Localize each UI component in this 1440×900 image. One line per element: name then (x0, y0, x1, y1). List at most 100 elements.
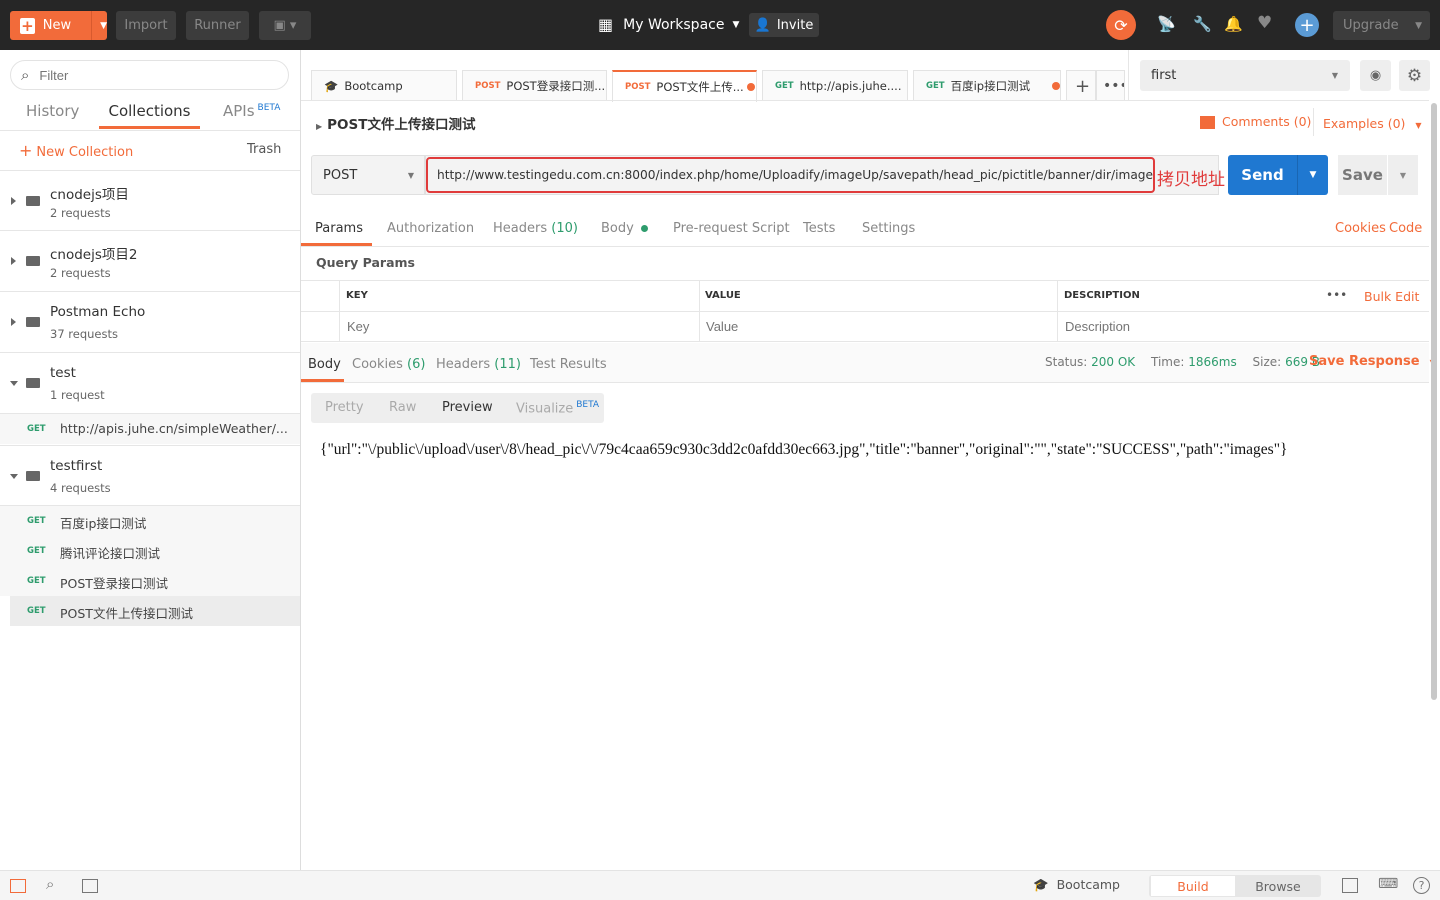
request-tab[interactable]: POST POST登录接口测... (462, 70, 607, 101)
runner-button[interactable]: Runner (186, 11, 249, 40)
caret-down-icon[interactable] (10, 474, 18, 479)
help-icon[interactable]: ? (1413, 877, 1430, 894)
caret-right-icon[interactable] (11, 197, 16, 205)
request-item[interactable]: GET POST登录接口测试 (0, 566, 300, 596)
plus-icon: + (19, 141, 33, 160)
method-select[interactable]: POST ▼ (311, 155, 425, 195)
browse-toggle[interactable]: Browse (1237, 876, 1319, 896)
collection-item[interactable]: cnodejs项目2 2 requests (0, 231, 300, 292)
tab-params[interactable]: Params (315, 221, 363, 236)
response-tab-headers[interactable]: Headers (11) (436, 357, 521, 372)
import-button[interactable]: Import (116, 11, 176, 40)
wrench-icon[interactable]: 🔧 (1193, 15, 1212, 33)
view-raw[interactable]: Raw (389, 400, 416, 415)
tab-headers[interactable]: Headers (10) (493, 221, 578, 236)
folder-icon (26, 378, 40, 388)
invite-button[interactable]: 👤 Invite (749, 13, 819, 37)
request-tab-active[interactable]: POST POST文件上传... (612, 70, 757, 102)
bootcamp-button[interactable]: 🎓 Bootcamp (1033, 877, 1120, 893)
new-collection-button[interactable]: + New Collection (19, 141, 133, 160)
tab-bootcamp[interactable]: 🎓 Bootcamp (311, 70, 457, 101)
two-pane-icon[interactable] (1342, 878, 1358, 893)
save-dropdown-icon[interactable]: ▼ (1388, 155, 1418, 195)
graduation-cap-icon: 🎓 (1033, 877, 1049, 892)
request-item-active[interactable]: GET POST文件上传接口测试 (10, 596, 300, 626)
plus-circle-icon[interactable]: + (1295, 13, 1319, 37)
gear-icon[interactable]: ⚙ (1399, 60, 1430, 91)
send-button[interactable]: Send (1228, 155, 1297, 195)
eye-icon[interactable]: ◉ (1360, 60, 1391, 91)
tab-collections[interactable]: Collections (99, 102, 200, 129)
collection-item[interactable]: test 1 request (0, 353, 300, 414)
collection-item[interactable]: testfirst 4 requests (0, 445, 300, 506)
trash-button[interactable]: Trash (247, 142, 281, 157)
url-input[interactable]: http://www.testingedu.com.cn:8000/index.… (426, 157, 1155, 193)
tab-history[interactable]: History (26, 102, 79, 120)
response-tab-test-results[interactable]: Test Results (530, 357, 607, 372)
new-window-button[interactable]: ▣ ▾ (259, 11, 311, 40)
cookies-link[interactable]: Cookies (1335, 221, 1386, 236)
request-item[interactable]: GET 腾讯评论接口测试 (0, 536, 300, 566)
scrollbar[interactable] (1431, 103, 1437, 700)
comment-icon (1200, 116, 1215, 129)
caret-right-icon[interactable] (11, 318, 16, 326)
bell-icon[interactable]: 🔔 (1224, 15, 1243, 33)
description-input[interactable] (1059, 313, 1419, 340)
workspace-switcher[interactable]: ▦ My Workspace ▼ (598, 15, 739, 34)
sidebar-toggle-icon[interactable] (10, 879, 26, 893)
method-badge: GET (27, 576, 46, 586)
plus-icon: + (20, 16, 35, 35)
caret-down-icon[interactable] (10, 381, 18, 386)
new-tab-button[interactable]: + (1066, 70, 1096, 101)
chevron-down-icon: ▼ (1331, 71, 1338, 80)
tab-settings[interactable]: Settings (862, 221, 915, 236)
value-input[interactable] (701, 313, 1051, 340)
request-title[interactable]: ▶ POST文件上传接口测试 (316, 113, 475, 133)
request-tab[interactable]: GET http://apis.juhe.... (762, 70, 908, 101)
view-preview[interactable]: Preview (442, 400, 493, 415)
tab-pre-request-script[interactable]: Pre-request Script (673, 221, 790, 236)
environment-select[interactable]: first ▼ (1140, 60, 1350, 91)
method-badge: GET (27, 516, 46, 526)
more-tabs-button[interactable]: ••• (1096, 70, 1125, 101)
examples-button[interactable]: Examples (0) ▼ (1323, 116, 1422, 131)
heart-icon[interactable]: ♥ (1257, 13, 1272, 33)
request-tab[interactable]: GET 百度ip接口测试 (913, 70, 1061, 101)
upgrade-button[interactable]: Upgrade ▼ (1333, 11, 1430, 40)
save-button[interactable]: Save (1338, 155, 1387, 195)
collection-item[interactable]: cnodejs项目 2 requests (0, 170, 300, 231)
tab-body[interactable]: Body (601, 221, 648, 236)
satellite-icon[interactable]: 📡 (1157, 15, 1176, 33)
save-response-button[interactable]: Save Response▼ (1309, 354, 1436, 369)
response-tab-body[interactable]: Body (308, 357, 341, 372)
console-icon[interactable] (82, 879, 98, 893)
code-link[interactable]: Code (1389, 221, 1422, 236)
annotation-label: 拷贝地址 (1157, 170, 1225, 190)
filter-field[interactable] (39, 67, 260, 83)
send-dropdown-icon[interactable]: ▼ (1297, 155, 1328, 195)
new-window-icon: ▣ ▾ (273, 18, 297, 33)
find-icon[interactable]: ⌕ (46, 875, 54, 893)
caret-right-icon[interactable] (11, 257, 16, 265)
beta-badge: BETA (257, 103, 281, 113)
tab-authorization[interactable]: Authorization (387, 221, 474, 236)
more-options-icon[interactable]: ••• (1326, 288, 1347, 302)
tab-apis[interactable]: APIs BETA (223, 102, 280, 120)
new-button[interactable]: + New ▼ (10, 11, 107, 40)
filter-input[interactable]: ⌕ (10, 60, 289, 90)
request-item[interactable]: GET http://apis.juhe.cn/simpleWeather/... (0, 414, 300, 444)
keyboard-icon[interactable]: ⌨ (1378, 876, 1398, 892)
collection-item[interactable]: Postman Echo 37 requests (0, 292, 300, 353)
view-visualize[interactable]: Visualize BETA (516, 400, 599, 416)
method-badge: GET (27, 424, 46, 434)
response-tab-cookies[interactable]: Cookies (6) (352, 357, 425, 372)
sync-icon[interactable]: ⟳ (1106, 10, 1136, 40)
tab-tests[interactable]: Tests (803, 221, 835, 236)
view-pretty[interactable]: Pretty (325, 400, 364, 415)
key-input[interactable] (341, 313, 691, 340)
bulk-edit-link[interactable]: Bulk Edit (1364, 289, 1419, 304)
comments-button[interactable]: Comments (0) (1200, 114, 1311, 129)
build-toggle[interactable]: Build (1151, 876, 1235, 896)
new-dropdown-icon[interactable]: ▼ (91, 11, 107, 40)
request-item[interactable]: GET 百度ip接口测试 (0, 506, 300, 536)
